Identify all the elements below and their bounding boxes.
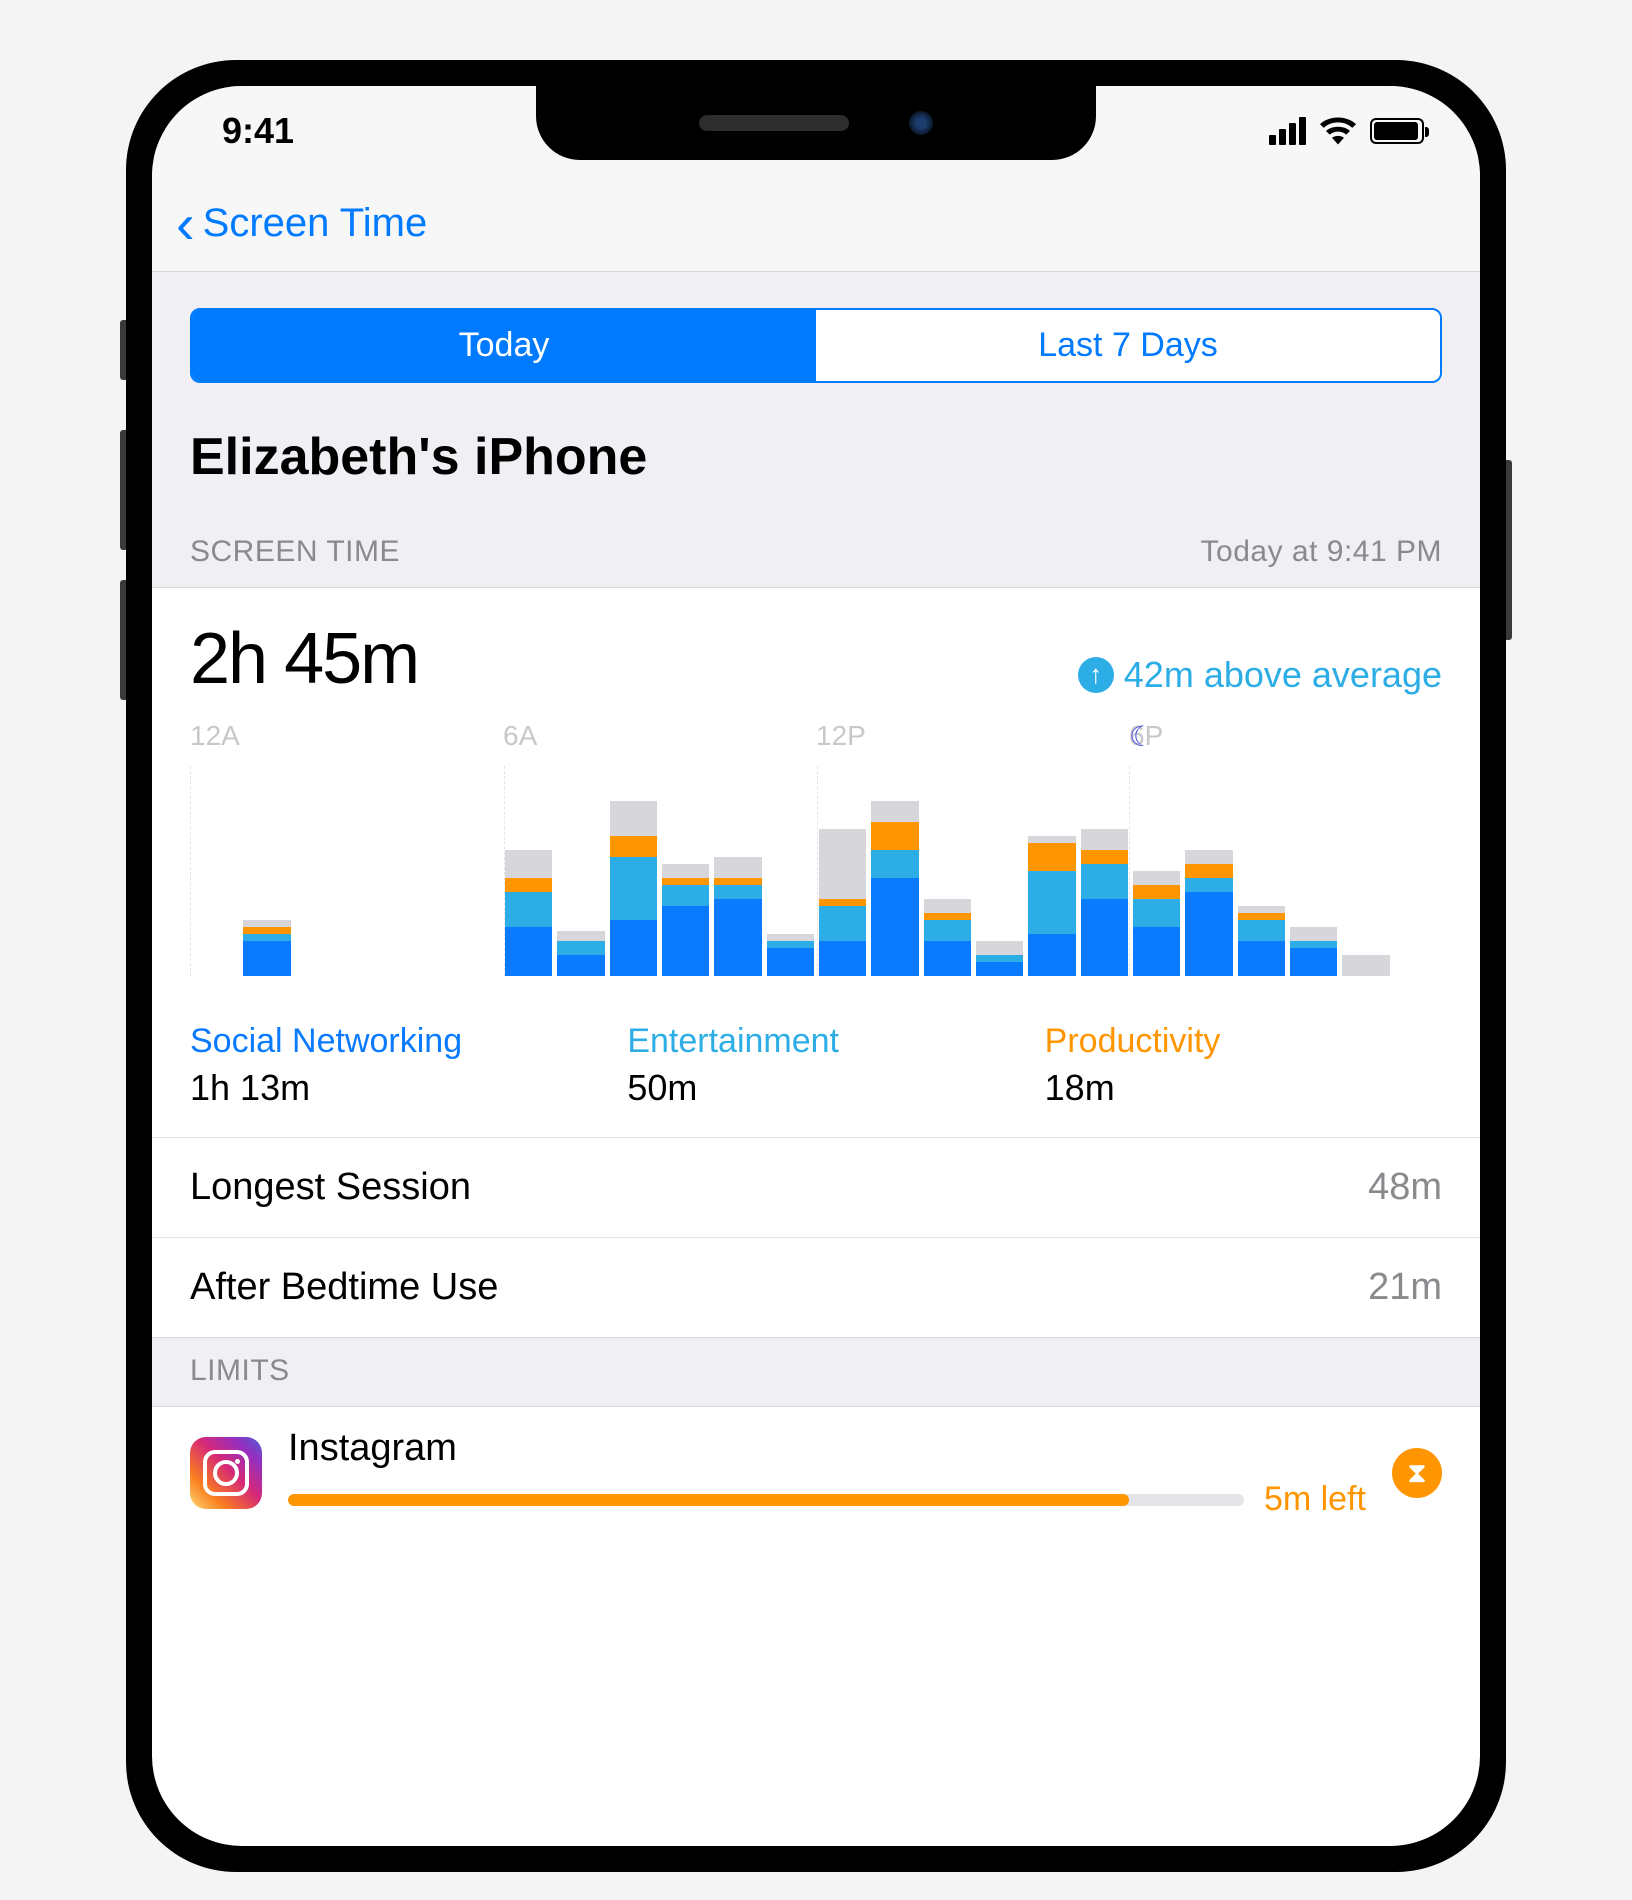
category-item: Entertainment50m (587, 1022, 1024, 1109)
device-name: Elizabeth's iPhone (152, 383, 1480, 519)
chart-bar (767, 766, 814, 976)
stat-row-longest[interactable]: Longest Session 48m (152, 1137, 1480, 1237)
category-item: Social Networking1h 13m (190, 1022, 587, 1109)
battery-icon (1370, 118, 1424, 144)
category-item: Productivity18m (1025, 1022, 1442, 1109)
category-breakdown: Social Networking1h 13mEntertainment50mP… (152, 1000, 1480, 1137)
status-time: 9:41 (222, 110, 294, 152)
chart-bar (1028, 766, 1075, 976)
chart-bar (348, 766, 395, 976)
chart-bar (191, 766, 238, 976)
chart-bar (453, 766, 500, 976)
chart-bar (1081, 766, 1128, 976)
cellular-icon (1269, 117, 1306, 145)
chart-bar (871, 766, 918, 976)
chart-bar (819, 766, 866, 976)
back-chevron-icon[interactable]: ‹ (176, 196, 195, 252)
wifi-icon (1320, 117, 1356, 145)
chart-bar (505, 766, 552, 976)
period-segmented: Today Last 7 Days (190, 308, 1442, 383)
usage-chart (190, 766, 1442, 976)
segment-today[interactable]: Today (192, 310, 816, 381)
chart-bar (662, 766, 709, 976)
total-time: 2h 45m (190, 618, 418, 700)
limit-progress (288, 1494, 1244, 1506)
chart-bar (1238, 766, 1285, 976)
chart-bar (1290, 766, 1337, 976)
segment-last7days[interactable]: Last 7 Days (816, 310, 1440, 381)
chart-bar (1342, 766, 1389, 976)
back-button[interactable]: Screen Time (203, 201, 428, 246)
chart-bar (1395, 766, 1442, 976)
section-timestamp: Today at 9:41 PM (1201, 535, 1442, 569)
screen-time-card: 2h 45m ↑ 42m above average 12A 6A 12P 6P… (152, 587, 1480, 1338)
hour-labels: 12A 6A 12P 6P ☾ (190, 720, 1442, 752)
chart-bar (1185, 766, 1232, 976)
hourglass-icon[interactable]: ⧗ (1392, 1448, 1442, 1498)
chart-bar (924, 766, 971, 976)
chart-bar (557, 766, 604, 976)
moon-icon: ☾ (1129, 720, 1442, 753)
stat-row-bedtime[interactable]: After Bedtime Use 21m (152, 1237, 1480, 1337)
limit-remaining: 5m left (1264, 1480, 1366, 1519)
limit-app-name: Instagram (288, 1427, 1366, 1470)
chart-bar (243, 766, 290, 976)
chart-bar (976, 766, 1023, 976)
instagram-icon (190, 1437, 262, 1509)
chart-bar (714, 766, 761, 976)
chart-bar (400, 766, 447, 976)
arrow-up-icon: ↑ (1078, 657, 1114, 693)
nav-bar: ‹ Screen Time (152, 176, 1480, 272)
section-limits-label: LIMITS (190, 1354, 290, 1388)
chart-bar (296, 766, 343, 976)
above-average: ↑ 42m above average (1078, 654, 1442, 696)
section-screen-time-label: SCREEN TIME (190, 535, 400, 569)
chart-bar (610, 766, 657, 976)
limit-row-instagram[interactable]: Instagram 5m left ⧗ (152, 1406, 1480, 1543)
chart-bar (1133, 766, 1180, 976)
